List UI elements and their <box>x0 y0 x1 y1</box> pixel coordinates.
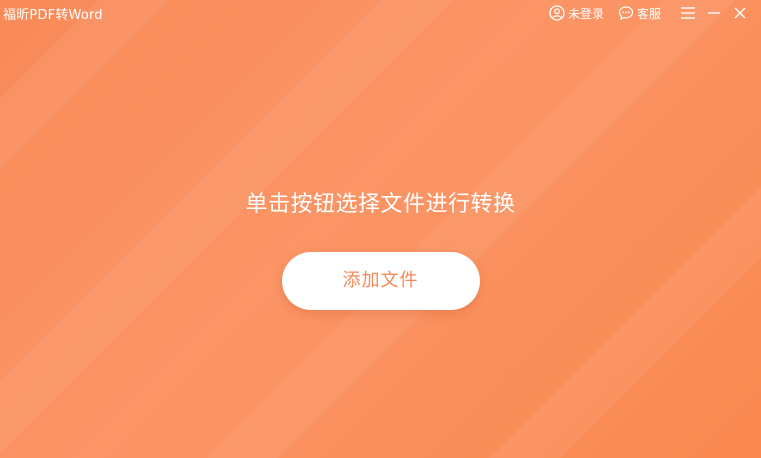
app-title: 福昕PDF转Word <box>3 7 103 23</box>
main-panel: 单击按钮选择文件进行转换 添加文件 <box>0 186 761 310</box>
minimize-button[interactable] <box>701 2 727 24</box>
chat-icon <box>618 6 634 21</box>
user-icon <box>549 5 565 21</box>
login-link[interactable]: 未登录 <box>549 5 604 22</box>
close-icon <box>734 7 746 19</box>
close-button[interactable] <box>727 2 753 24</box>
minimize-icon <box>708 12 720 14</box>
support-label: 客服 <box>636 6 661 21</box>
login-label: 未登录 <box>567 6 604 21</box>
instruction-text: 单击按钮选择文件进行转换 <box>245 192 516 217</box>
app-window: 福昕PDF转Word 未登录 客服 单击按钮选择文件进行转换 添加文件 <box>0 0 761 458</box>
title-bar: 福昕PDF转Word 未登录 客服 <box>0 0 761 26</box>
menu-icon <box>681 7 695 19</box>
menu-button[interactable] <box>675 2 701 24</box>
add-file-button[interactable]: 添加文件 <box>281 252 480 310</box>
support-link[interactable]: 客服 <box>618 5 661 22</box>
titlebar-actions: 未登录 客服 <box>549 0 753 26</box>
